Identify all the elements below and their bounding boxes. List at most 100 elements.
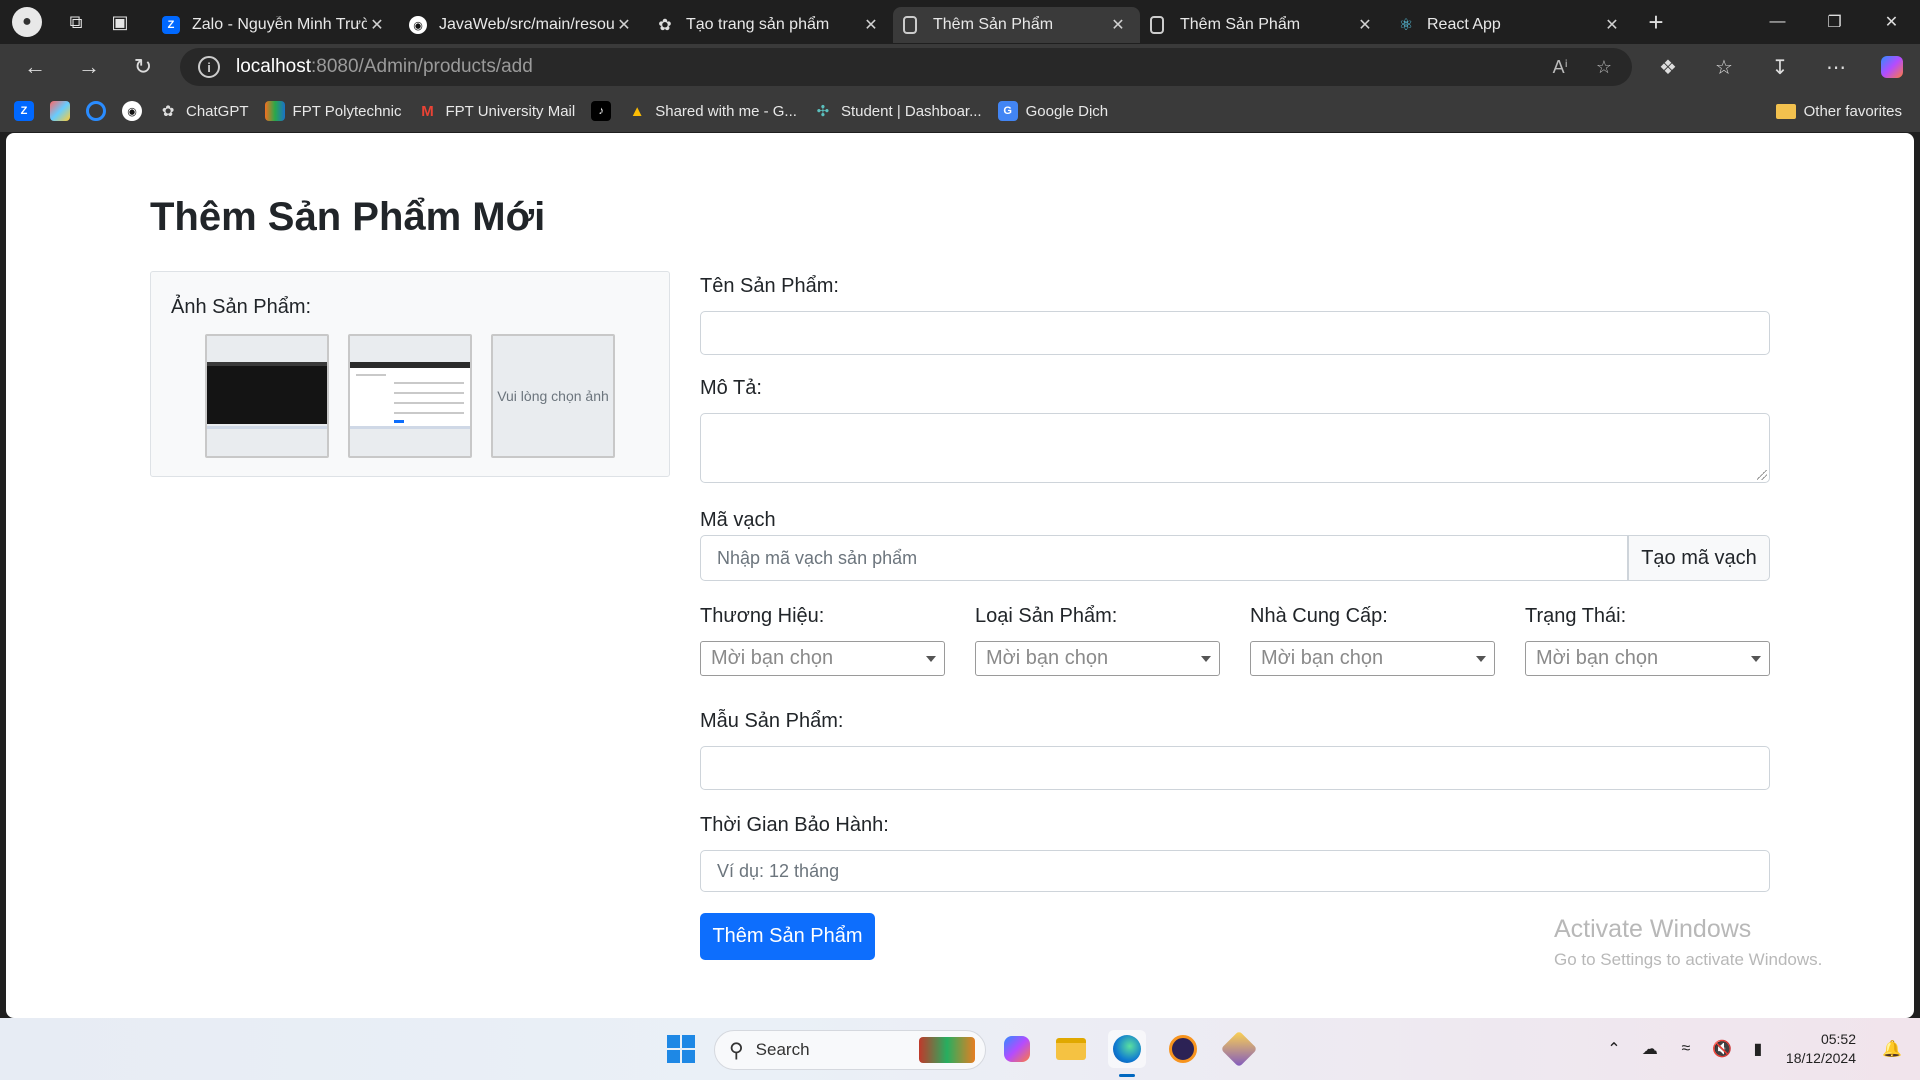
bookmark-github[interactable]: ◉: [122, 101, 142, 121]
folder-icon: [1775, 103, 1796, 119]
clock[interactable]: 05:52 18/12/2024: [1786, 1030, 1856, 1068]
bookmark-tiktok[interactable]: ♪: [591, 101, 612, 121]
profile-button[interactable]: ●: [0, 0, 54, 44]
close-window-icon[interactable]: ✕: [1863, 0, 1920, 44]
chevron-down-icon: [926, 656, 936, 662]
barcode-label: Mã vạch: [700, 509, 776, 531]
supplier-label: Nhà Cung Cấp:: [1250, 605, 1388, 627]
brand-select[interactable]: Mời bạn chọn: [700, 641, 945, 676]
favorite-star-icon[interactable]: ☆: [1596, 57, 1612, 78]
close-tab-icon[interactable]: ✕: [861, 15, 881, 35]
resize-grip-icon[interactable]: [1757, 470, 1767, 480]
copilot-icon[interactable]: [1864, 56, 1920, 78]
status-select[interactable]: Mời bạn chọn: [1525, 641, 1770, 676]
close-tab-icon[interactable]: ✕: [1602, 15, 1622, 35]
bookmark-chatgpt[interactable]: ✿ ChatGPT: [158, 101, 249, 121]
browser-nav-bar: ← → ↻ i localhost:8080/Admin/products/ad…: [0, 44, 1920, 90]
close-tab-icon[interactable]: ✕: [614, 15, 634, 35]
close-tab-icon[interactable]: ✕: [1355, 15, 1375, 35]
barcode-input[interactable]: Nhập mã vạch sản phẩm: [700, 535, 1628, 581]
browser-tab-bar: ● ⧉ ▣ Z Zalo - Nguyễn Minh Trườ ✕ ◉ Java…: [0, 0, 1920, 44]
windows-taskbar: ⚲ Search ⌃ ☁ ≈ 🔇 ▮ 05:52 18/12/2024 🔔: [0, 1018, 1920, 1080]
status-label: Trạng Thái:: [1525, 605, 1627, 627]
forward-button[interactable]: →: [62, 44, 116, 90]
bookmark-fpt-polytechnic[interactable]: FPT Polytechnic: [264, 101, 401, 121]
bookmark-google-drive[interactable]: ▲ Shared with me - G...: [627, 101, 797, 121]
vertical-tabs-icon[interactable]: ▣: [98, 0, 142, 44]
restore-icon[interactable]: ❐: [1806, 0, 1863, 44]
github-icon: ◉: [122, 101, 142, 121]
tab-them-san-pham-active[interactable]: Thêm Sản Phẩm ✕: [893, 7, 1140, 43]
reload-button[interactable]: ↻: [116, 44, 170, 90]
start-button[interactable]: [662, 1030, 700, 1068]
close-tab-icon[interactable]: ✕: [367, 15, 387, 35]
image-thumbnail-2[interactable]: [348, 334, 472, 458]
chevron-up-icon[interactable]: ⌃: [1596, 1039, 1632, 1059]
add-product-button[interactable]: Thêm Sản Phẩm: [700, 913, 875, 960]
minimize-icon[interactable]: —: [1749, 0, 1806, 44]
tab-title: JavaWeb/src/main/resour: [439, 16, 614, 33]
description-textarea[interactable]: [700, 413, 1770, 483]
page-icon: [1150, 16, 1164, 34]
close-tab-icon[interactable]: ✕: [1108, 15, 1128, 35]
image-placeholder-slot[interactable]: Vui lòng chọn ảnh: [491, 334, 615, 458]
battery-icon[interactable]: ▮: [1740, 1039, 1776, 1059]
workspaces-icon[interactable]: ⧉: [54, 0, 98, 44]
other-favorites[interactable]: Other favorites: [1775, 90, 1902, 132]
chatgpt-icon: ✿: [161, 103, 175, 120]
generate-barcode-button[interactable]: Tạo mã vạch: [1628, 535, 1770, 581]
edge-browser-icon[interactable]: [1108, 1030, 1146, 1068]
thumbnail-page: [350, 368, 470, 426]
notification-bell-icon[interactable]: 🔔: [1874, 1039, 1910, 1059]
bookmark-circle[interactable]: [86, 101, 106, 121]
product-name-input[interactable]: [700, 311, 1770, 355]
taskbar-search[interactable]: ⚲ Search: [714, 1030, 986, 1070]
bookmark-fpt-mail[interactable]: M FPT University Mail: [417, 101, 575, 121]
watermark-title: Activate Windows: [1554, 915, 1752, 943]
volume-muted-icon[interactable]: 🔇: [1704, 1039, 1740, 1059]
tab-chatgpt[interactable]: ✿ Tạo trang sản phẩm ✕: [646, 7, 893, 43]
image-placeholder-text: Vui lòng chọn ảnh: [497, 388, 609, 404]
tab-react-app[interactable]: ⚛ React App ✕: [1387, 7, 1634, 43]
thumbnail-taskbar: [207, 426, 327, 429]
file-explorer-icon[interactable]: [1052, 1030, 1090, 1068]
clock-date: 18/12/2024: [1785, 1050, 1856, 1066]
address-bar[interactable]: i localhost:8080/Admin/products/add Aⁱ ☆: [180, 48, 1632, 86]
page-title: Thêm Sản Phẩm Mới: [150, 195, 546, 239]
bookmark-student-dashboard[interactable]: ✣ Student | Dashboar...: [813, 101, 982, 121]
bookmark-label: FPT University Mail: [445, 102, 576, 120]
eclipse-ide-icon[interactable]: [1164, 1030, 1202, 1068]
tab-them-san-pham[interactable]: Thêm Sản Phẩm ✕: [1140, 7, 1387, 43]
read-aloud-icon[interactable]: Aⁱ: [1553, 57, 1568, 78]
new-tab-button[interactable]: +: [1634, 0, 1678, 44]
wifi-icon[interactable]: ≈: [1668, 1040, 1704, 1058]
thumbnail-taskbar: [350, 426, 470, 429]
favorites-icon[interactable]: ☆: [1696, 55, 1752, 80]
category-select[interactable]: Mời bạn chọn: [975, 641, 1220, 676]
site-info-icon[interactable]: i: [198, 56, 220, 78]
activate-windows-watermark: Activate Windows Go to Settings to activ…: [1554, 915, 1822, 970]
product-model-input[interactable]: [700, 746, 1770, 790]
github-icon: ◉: [409, 16, 427, 34]
more-menu-icon[interactable]: ⋯: [1808, 55, 1864, 80]
back-button[interactable]: ←: [8, 44, 62, 90]
extensions-icon[interactable]: ❖: [1640, 55, 1696, 80]
image-thumbnail-1[interactable]: [205, 334, 329, 458]
description-label: Mô Tả:: [700, 377, 762, 399]
downloads-icon[interactable]: ↧: [1752, 55, 1808, 80]
tab-zalo[interactable]: Z Zalo - Nguyễn Minh Trườ ✕: [152, 7, 399, 43]
product-image-panel: Ảnh Sản Phẩm: Vui lòng chọn ảnh: [150, 271, 670, 477]
copilot-app-icon[interactable]: [998, 1030, 1036, 1068]
bookmark-label: Google Dịch: [1025, 102, 1109, 120]
snipping-tool-icon[interactable]: [1220, 1030, 1258, 1068]
system-tray: ⌃ ☁ ≈ 🔇 ▮ 05:52 18/12/2024 🔔: [1596, 1018, 1920, 1080]
supplier-select[interactable]: Mời bạn chọn: [1250, 641, 1495, 676]
tab-github[interactable]: ◉ JavaWeb/src/main/resour ✕: [399, 7, 646, 43]
circle-icon: [86, 101, 106, 121]
bookmark-google-translate[interactable]: G Google Dịch: [997, 101, 1109, 121]
bookmark-colorful[interactable]: [50, 101, 70, 121]
onedrive-icon[interactable]: ☁: [1632, 1039, 1668, 1059]
bookmark-zalo[interactable]: Z: [14, 101, 34, 121]
warranty-input[interactable]: Ví dụ: 12 tháng: [700, 850, 1770, 892]
zalo-icon: Z: [162, 16, 180, 34]
